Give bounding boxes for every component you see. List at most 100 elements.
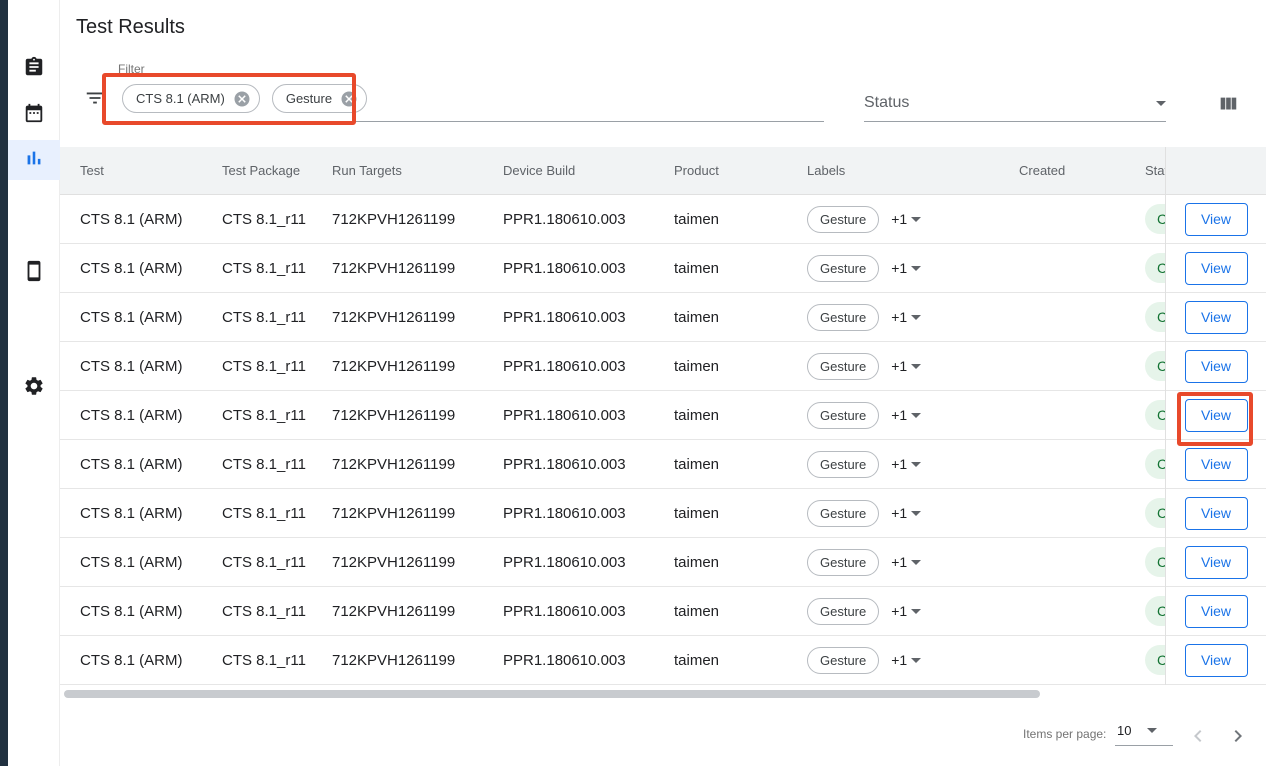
label-chip: Gesture (807, 451, 879, 478)
more-labels-count: +1 (891, 652, 907, 668)
items-per-page-value: 10 (1117, 723, 1131, 738)
more-labels-count: +1 (891, 505, 907, 521)
cell-status: C (1129, 547, 1165, 577)
filter-chip[interactable]: Gesture (272, 84, 367, 113)
chevron-down-icon (911, 560, 921, 565)
column-header-device-build: Device Build (483, 163, 654, 178)
table-row[interactable]: CTS 8.1 (ARM) CTS 8.1_r11 712KPVH1261199… (60, 440, 1165, 489)
cell-product: taimen (654, 358, 787, 375)
action-cell: View (1166, 587, 1266, 636)
cell-device-build: PPR1.180610.003 (483, 309, 654, 326)
column-header-created: Created (999, 163, 1129, 178)
more-labels-dropdown[interactable]: +1 (891, 407, 921, 423)
cell-run-targets: 712KPVH1261199 (312, 260, 483, 277)
cell-test: CTS 8.1 (ARM) (60, 456, 202, 473)
cell-labels: Gesture +1 (787, 647, 999, 674)
action-cell: View (1166, 391, 1266, 440)
view-button[interactable]: View (1185, 546, 1248, 579)
chevron-down-icon (911, 364, 921, 369)
items-per-page-select[interactable]: 10 (1117, 723, 1157, 738)
filter-icon[interactable] (80, 84, 110, 112)
cell-device-build: PPR1.180610.003 (483, 456, 654, 473)
sidebar-item-devices[interactable] (8, 253, 60, 293)
cell-run-targets: 712KPVH1261199 (312, 211, 483, 228)
more-labels-dropdown[interactable]: +1 (891, 603, 921, 619)
table-row[interactable]: CTS 8.1 (ARM) CTS 8.1_r11 712KPVH1261199… (60, 391, 1165, 440)
cell-labels: Gesture +1 (787, 500, 999, 527)
action-column-body: View View View View View View View View … (1166, 195, 1266, 685)
chevron-down-icon (1147, 728, 1157, 733)
label-chip: Gesture (807, 500, 879, 527)
filter-chip[interactable]: CTS 8.1 (ARM) (122, 84, 260, 113)
column-view-icon[interactable] (1212, 88, 1244, 120)
cell-test-package: CTS 8.1_r11 (202, 358, 312, 375)
more-labels-dropdown[interactable]: +1 (891, 505, 921, 521)
view-button[interactable]: View (1185, 350, 1248, 383)
sidebar-item-tests[interactable] (8, 49, 60, 89)
more-labels-dropdown[interactable]: +1 (891, 652, 921, 668)
more-labels-dropdown[interactable]: +1 (891, 309, 921, 325)
view-button[interactable]: View (1185, 644, 1248, 677)
more-labels-count: +1 (891, 603, 907, 619)
cell-test-package: CTS 8.1_r11 (202, 554, 312, 571)
cell-test: CTS 8.1 (ARM) (60, 211, 202, 228)
page-title: Test Results (76, 16, 185, 39)
cell-status: C (1129, 204, 1165, 234)
more-labels-dropdown[interactable]: +1 (891, 456, 921, 472)
status-select[interactable]: Status (864, 88, 1166, 118)
table-row[interactable]: CTS 8.1 (ARM) CTS 8.1_r11 712KPVH1261199… (60, 636, 1165, 685)
table-row[interactable]: CTS 8.1 (ARM) CTS 8.1_r11 712KPVH1261199… (60, 538, 1165, 587)
more-labels-dropdown[interactable]: +1 (891, 211, 921, 227)
column-header-labels: Labels (787, 163, 999, 178)
status-badge: C (1145, 645, 1165, 675)
view-button[interactable]: View (1185, 252, 1248, 285)
table-body: CTS 8.1 (ARM) CTS 8.1_r11 712KPVH1261199… (60, 195, 1165, 685)
cell-product: taimen (654, 260, 787, 277)
cell-status: C (1129, 351, 1165, 381)
action-cell: View (1166, 342, 1266, 391)
table-row[interactable]: CTS 8.1 (ARM) CTS 8.1_r11 712KPVH1261199… (60, 342, 1165, 391)
more-labels-dropdown[interactable]: +1 (891, 260, 921, 276)
table-row[interactable]: CTS 8.1 (ARM) CTS 8.1_r11 712KPVH1261199… (60, 293, 1165, 342)
cell-product: taimen (654, 603, 787, 620)
more-labels-dropdown[interactable]: +1 (891, 554, 921, 570)
view-button[interactable]: View (1185, 301, 1248, 334)
table-row[interactable]: CTS 8.1 (ARM) CTS 8.1_r11 712KPVH1261199… (60, 587, 1165, 636)
column-header-status: Stat (1129, 163, 1165, 178)
view-button[interactable]: View (1185, 203, 1248, 236)
previous-page-button[interactable] (1184, 723, 1212, 751)
cell-labels: Gesture +1 (787, 451, 999, 478)
table-row[interactable]: CTS 8.1 (ARM) CTS 8.1_r11 712KPVH1261199… (60, 195, 1165, 244)
smartphone-icon (23, 260, 45, 287)
label-chip: Gesture (807, 549, 879, 576)
cell-labels: Gesture +1 (787, 304, 999, 331)
view-button[interactable]: View (1185, 497, 1248, 530)
view-button[interactable]: View (1185, 399, 1248, 432)
cell-product: taimen (654, 309, 787, 326)
more-labels-count: +1 (891, 407, 907, 423)
results-table: Test Test Package Run Targets Device Bui… (60, 147, 1165, 687)
cell-test-package: CTS 8.1_r11 (202, 505, 312, 522)
filter-chip-list[interactable]: CTS 8.1 (ARM) Gesture (122, 84, 367, 113)
close-icon[interactable] (340, 90, 358, 108)
chevron-down-icon (911, 266, 921, 271)
view-button[interactable]: View (1185, 448, 1248, 481)
cell-product: taimen (654, 211, 787, 228)
table-row[interactable]: CTS 8.1 (ARM) CTS 8.1_r11 712KPVH1261199… (60, 489, 1165, 538)
cell-product: taimen (654, 554, 787, 571)
next-page-button[interactable] (1224, 723, 1252, 751)
more-labels-dropdown[interactable]: +1 (891, 358, 921, 374)
action-cell: View (1166, 440, 1266, 489)
cell-device-build: PPR1.180610.003 (483, 358, 654, 375)
table-row[interactable]: CTS 8.1 (ARM) CTS 8.1_r11 712KPVH1261199… (60, 244, 1165, 293)
view-button[interactable]: View (1185, 595, 1248, 628)
status-badge: C (1145, 400, 1165, 430)
close-icon[interactable] (233, 90, 251, 108)
chevron-down-icon (911, 511, 921, 516)
items-per-page-underline (1115, 745, 1173, 746)
sidebar-item-plans[interactable] (8, 95, 60, 135)
sidebar-item-settings[interactable] (8, 368, 60, 408)
horizontal-scrollbar[interactable] (64, 690, 1040, 698)
cell-status: C (1129, 253, 1165, 283)
sidebar-item-results[interactable] (8, 140, 60, 180)
